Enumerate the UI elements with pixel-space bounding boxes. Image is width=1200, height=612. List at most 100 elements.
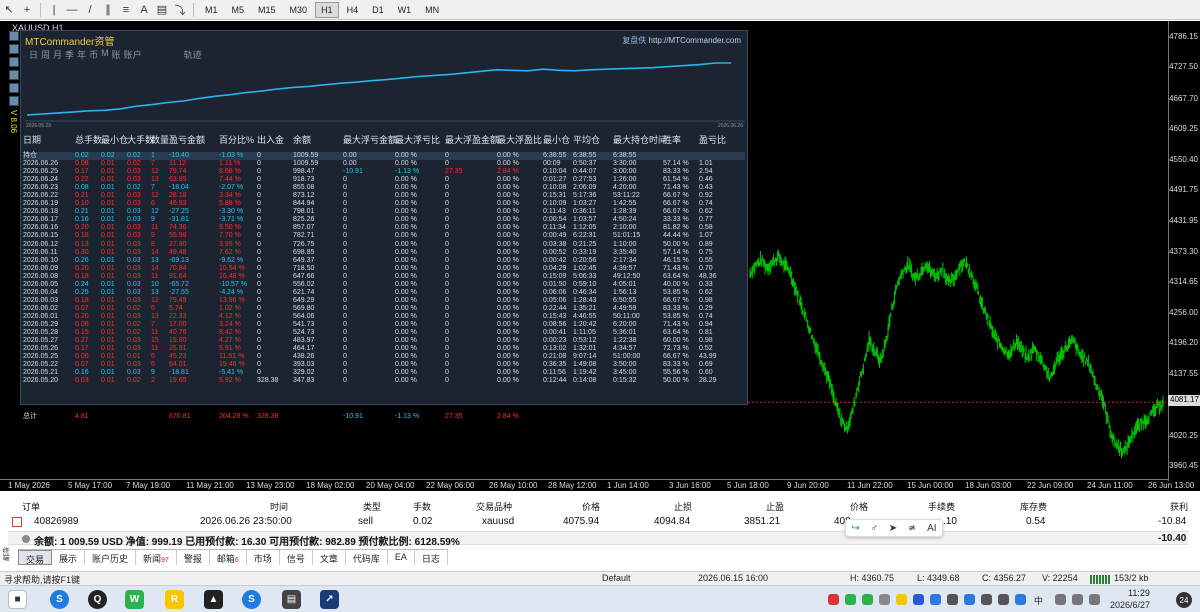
bluetooth-icon[interactable] — [930, 594, 941, 605]
table-row[interactable]: 2026.05.25 0.06 0.01 0.01 6 45.23 11.51 % 0 438.… — [23, 353, 745, 361]
tray-icon-2[interactable] — [845, 594, 856, 605]
table-row[interactable]: 2026.06.01 0.20 0.01 0.03 13 22.33 4.12 % 0 564.… — [23, 313, 745, 321]
table-row[interactable]: 2026.06.03 0.18 0.01 0.03 12 79.49 13.96 % 0 649… — [23, 297, 745, 305]
col-tp[interactable]: 止盈 — [766, 500, 784, 513]
label-icon[interactable]: ▤ — [153, 1, 171, 19]
table-row[interactable]: 2026.06.23 0.08 0.01 0.02 7 -18.04 -2.07 % 0 855… — [23, 184, 745, 192]
tray-icon-6[interactable] — [913, 594, 924, 605]
timeframe-m30[interactable]: M30 — [284, 2, 314, 18]
col-time[interactable]: 时间 — [270, 500, 288, 513]
clock-date[interactable]: 2026/6/27 — [1110, 600, 1150, 610]
fibonacci-icon[interactable]: ≡ — [117, 1, 135, 19]
table-row[interactable]: 2026.06.16 0.20 0.01 0.03 11 74.36 9.50 % 0 857.… — [23, 224, 745, 232]
qq-icon[interactable]: Q — [88, 590, 107, 609]
explorer-icon[interactable]: ▤ — [282, 590, 301, 609]
crosshair-icon[interactable]: + — [18, 1, 36, 19]
terminal-tab[interactable]: 账户历史 — [85, 550, 137, 565]
price-chart[interactable]: XAUUSD,H1 V 8.06 4786.15 4727.50 4667.70 46… — [0, 21, 1200, 491]
col-sl[interactable]: 止损 — [674, 500, 692, 513]
col-symbol[interactable]: 交易品种 — [476, 500, 512, 513]
terminal-tab[interactable]: 代码库 — [346, 550, 388, 565]
ai-button[interactable]: AI — [927, 523, 936, 534]
terminal-tab[interactable]: 警报 — [177, 550, 210, 565]
tray-icon-8[interactable] — [947, 594, 958, 605]
table-row[interactable]: 2026.06.02 0.07 0.01 0.02 6 5.74 1.02 % 0 569.80… — [23, 305, 745, 313]
col-type[interactable]: 类型 — [363, 500, 381, 513]
table-row[interactable]: 2026.05.22 0.07 0.01 0.03 6 64.01 19.46 % 0 393.… — [23, 361, 745, 369]
terminal-tab[interactable]: 展示 — [52, 550, 86, 565]
terminal-tab[interactable]: 日志 — [415, 550, 448, 565]
status-profile[interactable]: Default — [602, 573, 631, 583]
col-volume[interactable]: 手数 — [413, 500, 431, 513]
order-row[interactable]: 40826989 2026.06.26 23:50:00 sell 0.02 x… — [8, 514, 1188, 530]
table-row[interactable]: 2026.06.05 0.24 0.01 0.03 10 -65.72 -10.57 % 0 5… — [23, 281, 745, 289]
table-row[interactable]: 2026.06.18 0.21 0.01 0.03 12 -27.25 -3.30 % 0 79… — [23, 208, 745, 216]
terminal-tab[interactable]: 文章 — [313, 550, 346, 565]
wechat-icon[interactable]: W — [125, 590, 144, 609]
terminal-tab[interactable]: EA — [388, 550, 415, 565]
timeframe-mn[interactable]: MN — [419, 2, 445, 18]
terminal-tab[interactable]: 市场 — [247, 550, 280, 565]
mic-icon[interactable]: ♂ — [871, 523, 879, 534]
col-price2[interactable]: 价格 — [850, 500, 868, 513]
terminal-tab[interactable]: 邮箱6 — [210, 550, 247, 565]
table-row[interactable]: 2026.06.17 0.16 0.01 0.03 9 -31.81 -3.71 % 0 825… — [23, 216, 745, 224]
send-icon[interactable]: ➤ — [889, 523, 897, 534]
table-row[interactable]: 2026.06.08 0.18 0.01 0.03 11 91.64 16.48 % 0 647… — [23, 273, 745, 281]
table-row[interactable]: 2026.06.09 0.20 0.01 0.03 14 70.84 10.54 % 0 718… — [23, 265, 745, 273]
tray-icon-5[interactable] — [896, 594, 907, 605]
timeframe-h1[interactable]: H1 — [315, 1, 339, 18]
input-language[interactable]: 中 — [1034, 594, 1043, 607]
notification-badge[interactable]: 24 — [1176, 592, 1192, 608]
browser-icon-2[interactable]: S — [242, 590, 261, 609]
arrows-icon[interactable]: ⤵ — [171, 1, 189, 19]
terminal-tab[interactable]: 交易 — [18, 550, 53, 565]
navigator-icon[interactable] — [9, 31, 19, 41]
app-icon-4[interactable]: R — [165, 590, 184, 609]
pin-icon[interactable]: ↪ — [851, 523, 859, 534]
tray-icon-9[interactable] — [964, 594, 975, 605]
timeframe-m5[interactable]: M5 — [226, 2, 251, 18]
terminal-tab[interactable]: 信号 — [280, 550, 313, 565]
col-swap[interactable]: 库存费 — [1020, 500, 1047, 513]
tray-icon-1[interactable] — [828, 594, 839, 605]
tray-icon-11[interactable] — [998, 594, 1009, 605]
data-window-icon[interactable] — [9, 57, 19, 67]
metatrader-icon[interactable]: ↗ — [320, 590, 339, 609]
market-watch-icon[interactable] — [9, 44, 19, 54]
table-row[interactable]: 2026.05.29 0.08 0.01 0.02 7 17.00 3.24 % 0 541.7… — [23, 321, 745, 329]
table-row[interactable]: 2026.05.28 0.15 0.01 0.02 11 40.76 8.42 % 0 524.… — [23, 329, 745, 337]
translate-icon[interactable]: ≄ — [908, 523, 916, 534]
col-price[interactable]: 价格 — [582, 500, 600, 513]
tray-icon-3[interactable] — [862, 594, 873, 605]
clock-time[interactable]: 11:29 — [1128, 588, 1150, 598]
terminal-tab[interactable]: 新闻97 — [136, 550, 177, 565]
wifi-icon[interactable] — [1055, 594, 1066, 605]
trendline-icon[interactable]: / — [81, 1, 99, 19]
cursor-icon[interactable]: ↖ — [0, 1, 18, 19]
table-row[interactable]: 持仓 0.02 0.02 0.02 1 -10.40 -1.03 % 0 1009.59 0.00… — [23, 152, 745, 161]
table-row[interactable]: 2026.06.22 0.21 0.01 0.03 12 28.18 3.34 % 0 873.… — [23, 192, 745, 200]
table-row[interactable]: 2026.05.21 0.16 0.01 0.03 9 -18.81 -5.41 % 0 329… — [23, 369, 745, 377]
channel-icon[interactable]: ∥ — [99, 1, 117, 19]
table-row[interactable]: 2026.06.19 0.10 0.01 0.03 6 46.93 5.88 % 0 844.9… — [23, 200, 745, 208]
timeframe-m15[interactable]: M15 — [252, 2, 282, 18]
panel-link-url[interactable]: http://MTCommander.com — [649, 36, 741, 45]
strategy-icon[interactable] — [9, 70, 19, 80]
table-row[interactable]: 2026.06.04 0.25 0.01 0.03 13 -27.55 -4.24 % 0 62… — [23, 289, 745, 297]
table-row[interactable]: 2026.06.25 0.17 0.01 0.03 12 79.74 8.68 % 0 998.… — [23, 168, 745, 176]
tray-icon-12[interactable] — [1015, 594, 1026, 605]
vertical-line-icon[interactable]: | — [45, 1, 63, 19]
timeframe-h4[interactable]: H4 — [341, 2, 365, 18]
indicator-icon[interactable] — [9, 83, 19, 93]
text-icon[interactable]: A — [135, 1, 153, 19]
browser-icon[interactable]: S — [50, 590, 69, 609]
app-icon-5[interactable]: ▲ — [204, 590, 223, 609]
price-scale[interactable]: 4786.15 4727.50 4667.70 4609.25 4550.40 4491.… — [1168, 21, 1200, 481]
tray-icon-4[interactable] — [879, 594, 890, 605]
table-row[interactable]: 2026.05.26 0.17 0.01 0.03 11 25.91 5.91 % 0 464.… — [23, 345, 745, 353]
volume-icon[interactable] — [1072, 594, 1083, 605]
col-commission[interactable]: 手续费 — [928, 500, 955, 513]
time-axis[interactable]: 1 May 2026 5 May 17:00 7 May 19:00 11 May 2… — [0, 479, 1194, 491]
table-row[interactable]: 2026.05.27 0.27 0.01 0.03 15 19.80 4.27 % 0 483.… — [23, 337, 745, 345]
